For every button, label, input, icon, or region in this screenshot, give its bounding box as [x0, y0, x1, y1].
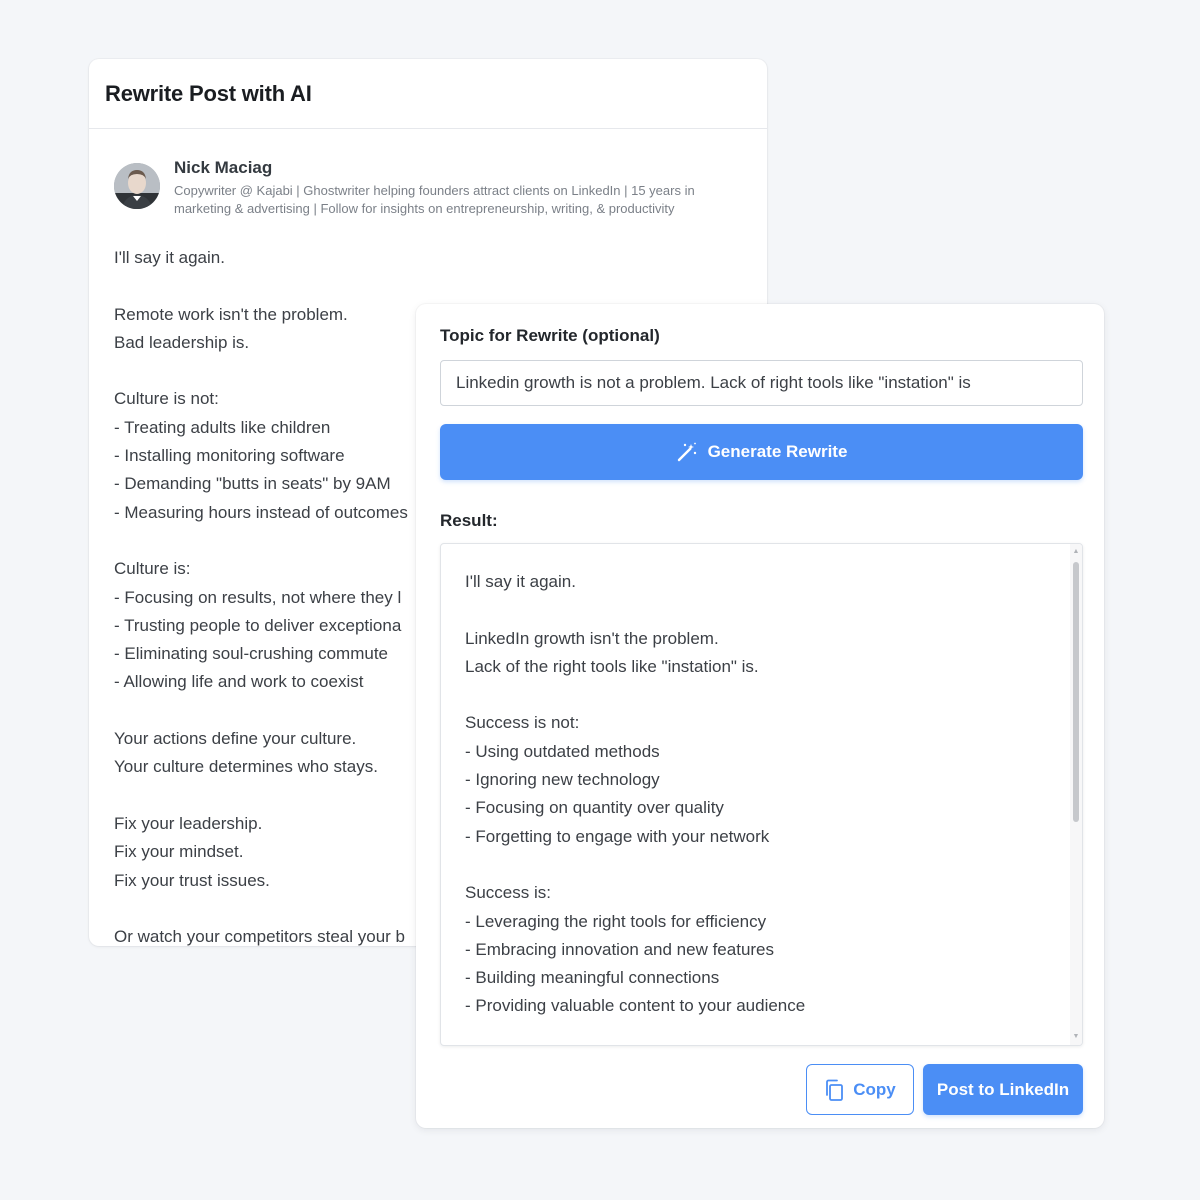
copy-button[interactable]: Copy	[806, 1064, 914, 1115]
user-avatar-icon	[114, 163, 160, 209]
author-name[interactable]: Nick Maciag	[174, 157, 744, 179]
copy-label: Copy	[853, 1079, 896, 1099]
scroll-up-icon[interactable]: ▲	[1072, 548, 1080, 556]
magic-wand-icon	[676, 441, 698, 463]
copy-icon	[824, 1079, 844, 1101]
generate-rewrite-button[interactable]: Generate Rewrite	[440, 424, 1083, 480]
result-label: Result:	[440, 511, 498, 530]
page-title: Rewrite Post with AI	[105, 80, 312, 106]
topic-label: Topic for Rewrite (optional)	[440, 326, 660, 345]
author-info: Nick Maciag Copywriter @ Kajabi | Ghostw…	[174, 157, 744, 218]
result-text: I'll say it again. LinkedIn growth isn't…	[465, 572, 806, 1016]
rewrite-panel: Topic for Rewrite (optional) Generate Re…	[416, 304, 1104, 1128]
author-headline: Copywriter @ Kajabi | Ghostwriter helpin…	[174, 183, 695, 216]
post-to-linkedin-button[interactable]: Post to LinkedIn	[923, 1064, 1083, 1115]
scroll-thumb[interactable]	[1073, 562, 1079, 822]
topic-input[interactable]	[440, 360, 1083, 406]
result-scrollbar[interactable]: ▲ ▼	[1070, 544, 1082, 1045]
author-block: Nick Maciag Copywriter @ Kajabi | Ghostw…	[89, 129, 767, 218]
generate-rewrite-label: Generate Rewrite	[707, 442, 848, 461]
avatar	[114, 163, 160, 209]
result-textarea[interactable]: I'll say it again. LinkedIn growth isn't…	[440, 543, 1083, 1046]
post-card-header: Rewrite Post with AI	[89, 59, 767, 129]
scroll-down-icon[interactable]: ▼	[1072, 1033, 1080, 1041]
stage: Rewrite Post with AI Nick Maciag Copywri…	[0, 0, 1200, 1200]
